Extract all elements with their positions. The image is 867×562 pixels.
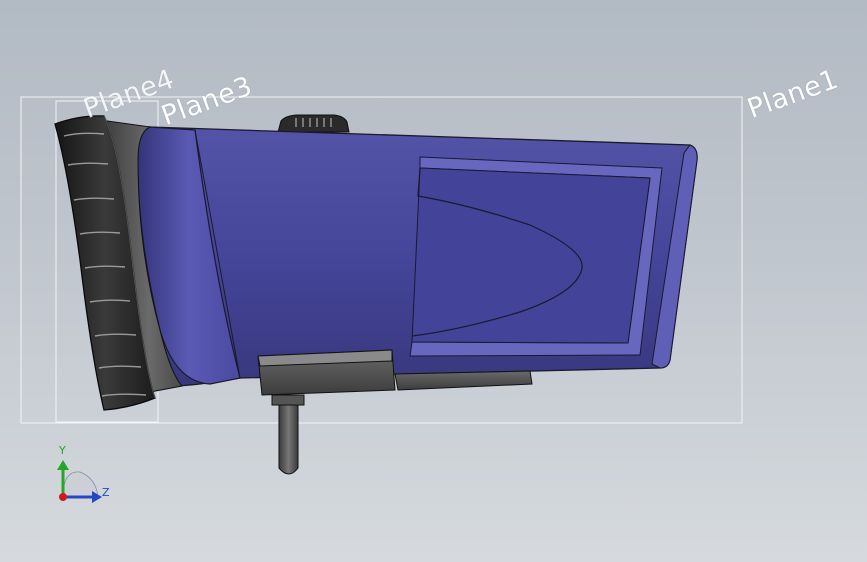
y-axis-label: Y: [59, 444, 66, 457]
mount-pin[interactable]: [271, 394, 305, 475]
top-knob[interactable]: [277, 114, 350, 133]
cad-viewport[interactable]: Plane4 Plane3 Plane1 Y Z: [0, 0, 867, 562]
main-body[interactable]: [137, 126, 698, 387]
z-axis-label: Z: [102, 486, 110, 499]
x-axis-dot: [59, 493, 67, 501]
orientation-triad[interactable]: [57, 460, 102, 503]
